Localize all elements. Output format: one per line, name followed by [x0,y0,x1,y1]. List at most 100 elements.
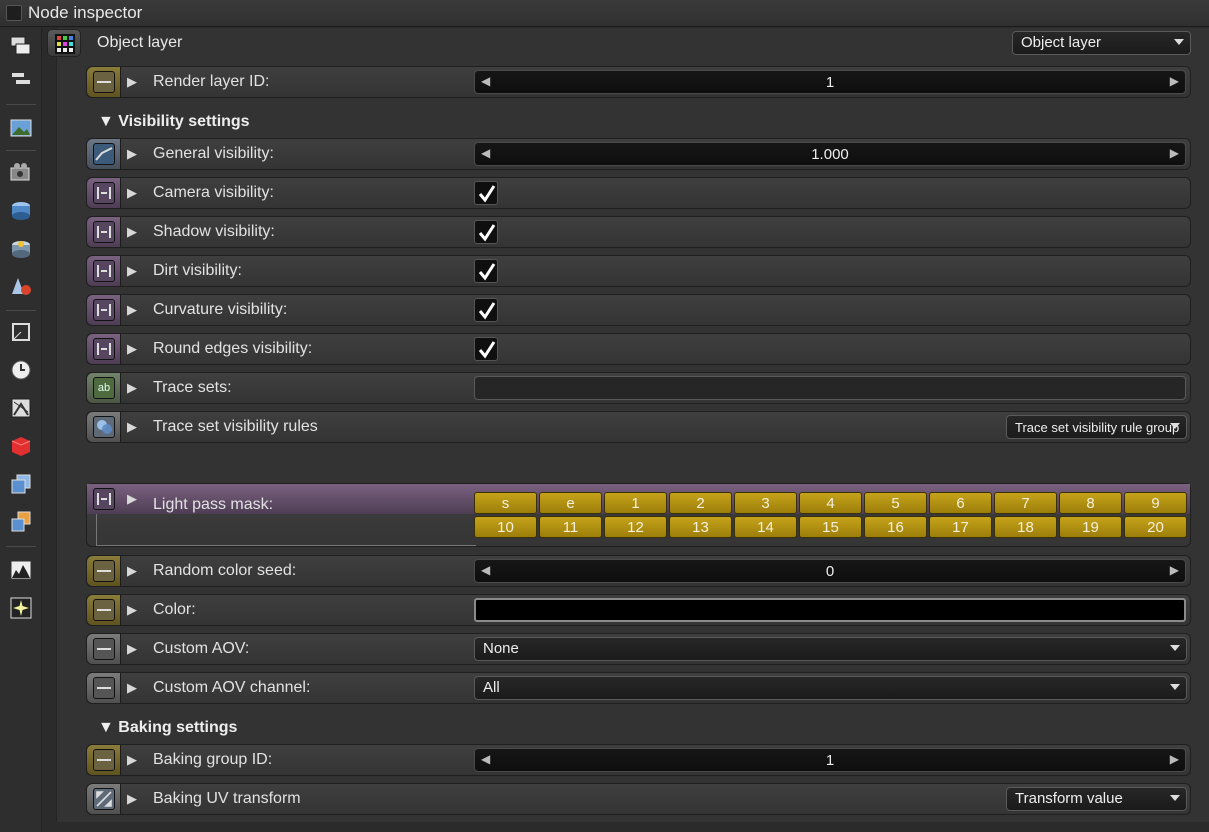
mask-button-9[interactable]: 9 [1124,492,1187,514]
round-edges-visibility-checkbox[interactable] [474,337,498,361]
baking-uv-transform-dropdown[interactable]: Transform value [1006,787,1187,811]
red-cube-icon[interactable] [9,434,33,458]
string-pin-icon[interactable]: ab [87,373,121,403]
custom-aov-dropdown[interactable]: None [474,637,1187,661]
row-camera-visibility: ▶ Camera visibility: [86,177,1191,209]
expand-arrow-icon[interactable]: ▶ [127,341,137,357]
random-color-seed-slider[interactable]: ◀ 0 ▶ [474,559,1186,583]
trace-sets-input[interactable] [474,376,1186,400]
mask-button-1[interactable]: 1 [604,492,667,514]
mask-button-18[interactable]: 18 [994,516,1057,538]
int-pin-icon[interactable] [87,745,121,775]
expand-arrow-icon[interactable]: ▶ [127,146,137,162]
row-custom-aov-channel: ▶ Custom AOV channel: All [86,672,1191,704]
mask-button-10[interactable]: 10 [474,516,537,538]
histogram-icon[interactable] [9,558,33,582]
layers-icon[interactable] [9,472,33,496]
transform-pin-icon[interactable] [87,784,121,814]
trace-set-visibility-rules-dropdown[interactable]: Trace set visibility rule group [1006,415,1187,439]
mask-button-12[interactable]: 12 [604,516,667,538]
mask-button-16[interactable]: 16 [864,516,927,538]
bool-pin-icon[interactable] [87,334,121,364]
expand-arrow-icon[interactable]: ▶ [127,563,137,579]
material-icon[interactable] [9,274,33,298]
increment-arrow-icon[interactable]: ▶ [1170,752,1179,766]
row-general-visibility: ▶ General visibility: ◀ 1.000 ▶ [86,138,1191,170]
list-icon[interactable] [9,68,33,92]
expand-arrow-icon[interactable]: ▶ [127,380,137,396]
node-title: Object layer [97,34,183,51]
bool-pin-icon[interactable] [87,295,121,325]
baking-group-id-slider[interactable]: ◀ 1 ▶ [474,748,1186,772]
increment-arrow-icon[interactable]: ▶ [1170,74,1179,88]
object-layer-dropdown[interactable]: Object layer [1012,31,1191,55]
mask-button-19[interactable]: 19 [1059,516,1122,538]
increment-arrow-icon[interactable]: ▶ [1170,146,1179,160]
node-pin-icon[interactable] [87,412,121,442]
mask-button-14[interactable]: 14 [734,516,797,538]
curvature-visibility-checkbox[interactable] [474,298,498,322]
expand-arrow-icon[interactable]: ▶ [127,791,137,807]
color-swatch[interactable] [474,598,1186,622]
custom-aov-channel-dropdown[interactable]: All [474,676,1187,700]
expand-arrow-icon[interactable]: ▶ [127,224,137,240]
mask-button-e[interactable]: e [539,492,602,514]
section-visibility-settings[interactable]: ▼ Visibility settings [98,113,250,131]
enum-pin-icon[interactable] [87,673,121,703]
mask-button-20[interactable]: 20 [1124,516,1187,538]
int-pin-icon[interactable] [87,556,121,586]
camera-icon[interactable] [9,160,33,184]
window-checkbox[interactable] [6,5,22,21]
expand-arrow-icon[interactable]: ▶ [127,185,137,201]
row-baking-group-id: ▶ Baking group ID: ◀ 1 ▶ [86,744,1191,776]
dirt-visibility-checkbox[interactable] [474,259,498,283]
windows-icon[interactable] [9,34,33,58]
geometry-icon[interactable] [9,320,33,344]
float-pin-icon[interactable] [87,139,121,169]
image-icon[interactable] [9,116,33,140]
mask-button-6[interactable]: 6 [929,492,992,514]
mask-button-11[interactable]: 11 [539,516,602,538]
shadow-visibility-checkbox[interactable] [474,220,498,244]
environment-icon[interactable] [9,198,33,222]
row-trace-sets: ab ▶ Trace sets: [86,372,1191,404]
expand-arrow-icon[interactable]: ▶ [127,680,137,696]
mask-button-8[interactable]: 8 [1059,492,1122,514]
mask-button-5[interactable]: 5 [864,492,927,514]
expand-arrow-icon[interactable]: ▶ [127,419,137,435]
expand-arrow-icon[interactable]: ▶ [127,752,137,768]
mask-button-4[interactable]: 4 [799,492,862,514]
expand-arrow-icon[interactable]: ▶ [127,602,137,618]
increment-arrow-icon[interactable]: ▶ [1170,563,1179,577]
tree-line [96,514,97,546]
stacked-layers-icon[interactable] [9,510,33,534]
expand-arrow-icon[interactable]: ▶ [127,263,137,279]
expand-arrow-icon[interactable]: ▶ [127,74,137,90]
bool-pin-icon[interactable] [87,256,121,286]
camera-visibility-checkbox[interactable] [474,181,498,205]
general-visibility-slider[interactable]: ◀ 1.000 ▶ [474,142,1186,166]
kernel-icon[interactable] [9,236,33,260]
mask-button-17[interactable]: 17 [929,516,992,538]
int-pin-icon[interactable] [87,67,121,97]
mask-button-3[interactable]: 3 [734,492,797,514]
expand-arrow-icon[interactable]: ▶ [127,491,137,507]
mask-button-15[interactable]: 15 [799,516,862,538]
enum-pin-icon[interactable] [87,634,121,664]
expand-arrow-icon[interactable]: ▶ [127,302,137,318]
mask-button-7[interactable]: 7 [994,492,1057,514]
bool-pin-icon[interactable] [87,178,121,208]
expand-arrow-icon[interactable]: ▶ [127,641,137,657]
clock-icon[interactable] [9,358,33,382]
checkmark-icon [478,302,496,320]
mask-button-2[interactable]: 2 [669,492,732,514]
render-layer-id-slider[interactable]: ◀ 1 ▶ [474,70,1186,94]
mask-button-s[interactable]: s [474,492,537,514]
texture-icon[interactable] [9,396,33,420]
bool-pin-icon[interactable] [87,217,121,247]
postprocess-icon[interactable] [9,596,33,620]
row-baking-uv-transform: ▶ Baking UV transform Transform value [86,783,1191,815]
int-pin-icon[interactable] [87,595,121,625]
mask-button-13[interactable]: 13 [669,516,732,538]
section-baking-settings[interactable]: ▼ Baking settings [98,719,237,737]
